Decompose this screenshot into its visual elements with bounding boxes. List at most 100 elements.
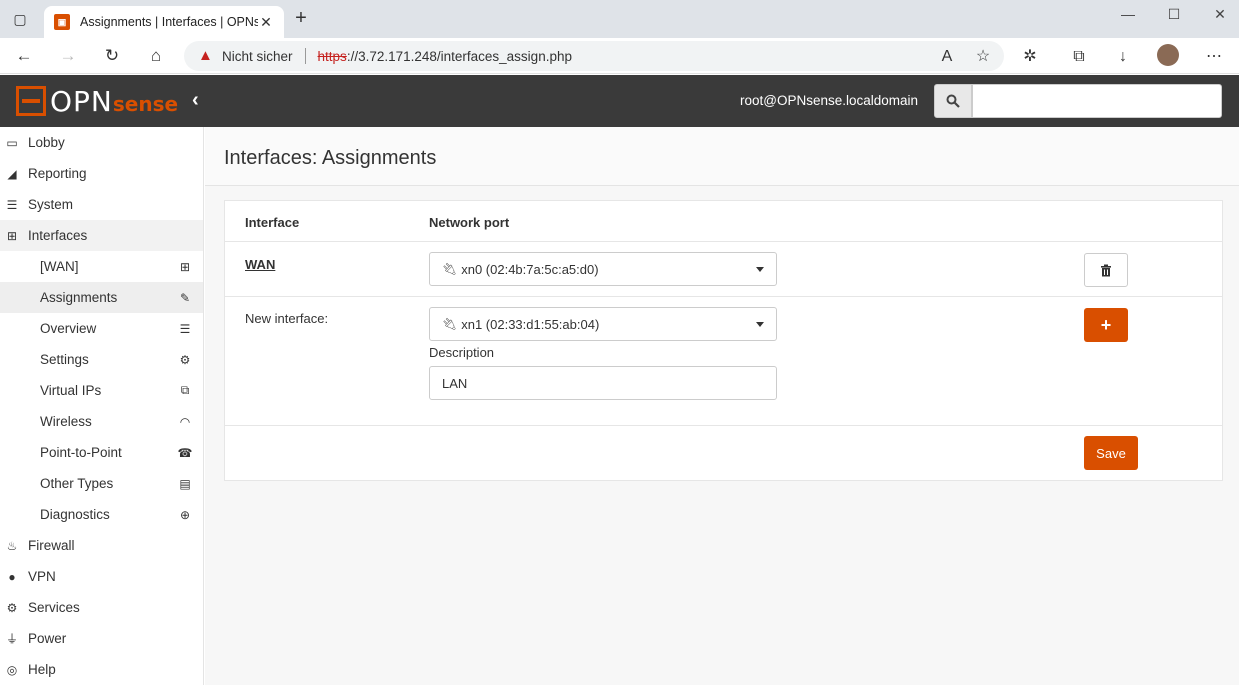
column-header-interface: Interface bbox=[245, 215, 300, 230]
sidebar-subitem-assignments[interactable]: Assignments ✎ bbox=[0, 282, 203, 313]
medkit-icon: ⊕ bbox=[179, 507, 191, 522]
sidebar-item-label: Firewall bbox=[28, 538, 75, 553]
plug-icon: ⏚ bbox=[5, 632, 18, 646]
chevron-down-icon bbox=[756, 267, 764, 272]
sidebar-subitem-wireless[interactable]: Wireless ◠ bbox=[0, 406, 203, 437]
browser-tab-bar: ▢ ▣ Assignments | Interfaces | OPNse ✕ +… bbox=[0, 0, 1239, 38]
sidebar-item-label: VPN bbox=[28, 569, 56, 584]
downloads-icon[interactable]: ↓ bbox=[1112, 46, 1134, 68]
sidebar-subitem-label: [WAN] bbox=[40, 259, 79, 274]
new-interface-port-value: xn1 (02:33:d1:55:ab:04) bbox=[461, 316, 600, 332]
sidebar-item-system[interactable]: ☰ System bbox=[0, 189, 203, 220]
collections-icon[interactable]: ⧉ bbox=[1068, 46, 1090, 68]
description-input[interactable]: LAN bbox=[429, 366, 777, 400]
table-row-new-interface: New interface: 🔌︎ xn1 (02:33:d1:55:ab:04… bbox=[225, 297, 1222, 426]
sidebar-subitem-label: Point-to-Point bbox=[40, 445, 122, 460]
save-button[interactable]: Save bbox=[1084, 436, 1138, 470]
wan-port-value: xn0 (02:4b:7a:5c:a5:d0) bbox=[461, 261, 599, 277]
opnsense-logo-icon bbox=[16, 86, 46, 116]
url-scheme: https bbox=[317, 48, 347, 64]
address-bar: ← → ↻ ⌂ ▲ Nicht sicher https ://3.72.171… bbox=[0, 38, 1239, 74]
pencil-icon: ✎ bbox=[179, 290, 191, 305]
profile-avatar[interactable] bbox=[1157, 44, 1179, 66]
new-interface-label: New interface: bbox=[245, 311, 329, 326]
server-icon: ☰ bbox=[6, 197, 18, 212]
laptop-icon: ▭ bbox=[6, 135, 18, 150]
new-tab-icon[interactable]: + bbox=[290, 8, 312, 30]
trash-icon bbox=[1101, 264, 1111, 276]
maximize-icon[interactable]: ☐ bbox=[1151, 6, 1197, 26]
url-field[interactable]: ▲ Nicht sicher https ://3.72.171.248/int… bbox=[184, 41, 1004, 71]
plug-icon: 🔌︎ bbox=[442, 317, 458, 331]
tty-icon: ☎ bbox=[177, 445, 193, 460]
sidebar-item-lobby[interactable]: ▭ Lobby bbox=[0, 127, 203, 158]
add-interface-button[interactable]: + bbox=[1084, 308, 1128, 342]
sidebar-subitem-virtual-ips[interactable]: Virtual IPs ⧉ bbox=[0, 375, 203, 406]
read-aloud-icon[interactable]: A bbox=[936, 46, 958, 68]
opnsense-logo[interactable]: OPN sense bbox=[16, 84, 178, 118]
table-row-wan: WAN 🔌︎ xn0 (02:4b:7a:5c:a5:d0) bbox=[225, 242, 1222, 297]
save-row: Save bbox=[225, 426, 1222, 480]
browser-tab[interactable]: ▣ Assignments | Interfaces | OPNse ✕ bbox=[44, 6, 284, 38]
plug-icon: 🔌︎ bbox=[442, 262, 458, 276]
sidebar-item-label: Help bbox=[28, 662, 56, 677]
search-icon[interactable] bbox=[934, 84, 972, 118]
sidebar-item-label: Power bbox=[28, 631, 67, 646]
close-tab-icon[interactable]: ✕ bbox=[258, 14, 274, 31]
back-icon[interactable]: ← bbox=[13, 45, 35, 67]
sidebar-subitem-point-to-point[interactable]: Point-to-Point ☎ bbox=[0, 437, 203, 468]
new-interface-port-select[interactable]: 🔌︎ xn1 (02:33:d1:55:ab:04) bbox=[429, 307, 777, 341]
cogs-icon: ⚙ bbox=[179, 352, 191, 367]
sidebar-subitem-label: Wireless bbox=[40, 414, 92, 429]
globe-icon: ● bbox=[8, 569, 16, 584]
more-menu-icon[interactable]: ⋯ bbox=[1203, 46, 1225, 68]
delete-wan-button[interactable] bbox=[1084, 253, 1128, 287]
forward-icon[interactable]: → bbox=[57, 45, 79, 67]
reload-icon[interactable]: ↻ bbox=[101, 45, 123, 67]
user-label[interactable]: root@OPNsense.localdomain bbox=[740, 93, 918, 108]
sidebar-item-label: Interfaces bbox=[28, 228, 88, 243]
sidebar-subitem-label: Other Types bbox=[40, 476, 114, 491]
column-header-network-port: Network port bbox=[429, 215, 510, 230]
tasks-icon: ☰ bbox=[179, 321, 191, 336]
home-icon[interactable]: ⌂ bbox=[145, 45, 167, 67]
extensions-icon[interactable]: ✲ bbox=[1019, 46, 1041, 68]
support-icon: ◎ bbox=[6, 662, 18, 677]
sidebar-subitem-overview[interactable]: Overview ☰ bbox=[0, 313, 203, 344]
url-text: ://3.72.171.248/interfaces_assign.php bbox=[346, 48, 572, 64]
not-secure-label[interactable]: Nicht sicher bbox=[222, 49, 293, 64]
search-input[interactable] bbox=[972, 84, 1222, 118]
archive-icon: ▤ bbox=[179, 476, 191, 491]
page-title-bar: Interfaces: Assignments bbox=[205, 127, 1239, 186]
logo-opn-text: OPN bbox=[50, 84, 113, 118]
warning-icon: ▲ bbox=[198, 47, 213, 64]
sitemap-icon: ⊞ bbox=[6, 228, 18, 243]
sidebar-item-label: System bbox=[28, 197, 74, 212]
wifi-icon: ◠ bbox=[179, 414, 191, 429]
sidebar-subitem-label: Assignments bbox=[40, 290, 118, 305]
sidebar-item-firewall[interactable]: ♨ Firewall bbox=[0, 530, 203, 561]
sidebar-subitem-other-types[interactable]: Other Types ▤ bbox=[0, 468, 203, 499]
tab-title: Assignments | Interfaces | OPNse bbox=[80, 15, 258, 29]
fire-icon: ♨ bbox=[6, 538, 18, 553]
sidebar-subitem-wan[interactable]: [WAN] ⊞ bbox=[0, 251, 203, 282]
sidebar-subitem-diagnostics[interactable]: Diagnostics ⊕ bbox=[0, 499, 203, 530]
opnsense-favicon-icon: ▣ bbox=[54, 14, 70, 30]
sidebar-item-reporting[interactable]: ◢ Reporting bbox=[0, 158, 203, 189]
sidebar-item-power[interactable]: ⏚ Power bbox=[0, 623, 203, 654]
wan-port-select[interactable]: 🔌︎ xn0 (02:4b:7a:5c:a5:d0) bbox=[429, 252, 777, 286]
clone-icon: ⧉ bbox=[180, 383, 190, 397]
collapse-sidebar-icon[interactable]: ‹ bbox=[192, 89, 199, 112]
close-window-icon[interactable]: ✕ bbox=[1197, 6, 1239, 26]
sidebar-item-vpn[interactable]: ● VPN bbox=[0, 561, 203, 592]
minimize-icon[interactable]: — bbox=[1105, 6, 1151, 26]
sidebar-item-services[interactable]: ⚙ Services bbox=[0, 592, 203, 623]
sidebar-subitem-label: Settings bbox=[40, 352, 89, 367]
sidebar-item-interfaces[interactable]: ⊞ Interfaces bbox=[0, 220, 203, 251]
wan-link[interactable]: WAN bbox=[245, 257, 275, 272]
favorite-add-icon[interactable]: ☆ bbox=[972, 46, 994, 68]
tab-actions-icon[interactable]: ▢ bbox=[10, 9, 30, 29]
sitemap-icon: ⊞ bbox=[179, 259, 191, 274]
sidebar-subitem-settings[interactable]: Settings ⚙ bbox=[0, 344, 203, 375]
sidebar-item-help[interactable]: ◎ Help bbox=[0, 654, 203, 685]
